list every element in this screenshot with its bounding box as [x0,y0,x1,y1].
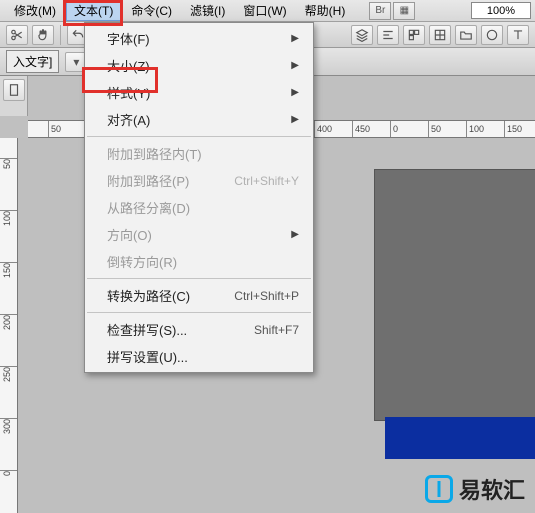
menu-item-label: 从路径分离(D) [107,198,190,217]
menu-modify[interactable]: 修改(M) [6,0,64,21]
layers-icon[interactable] [351,25,373,45]
document-artboard[interactable] [375,170,535,420]
ruler-tick-label: 400 [317,124,332,134]
menu-item-o: 方向(O) ▶ [85,221,313,248]
ruler-tick: 400 [314,121,315,137]
ruler-tick: 100 [0,210,17,226]
ruler-tick: 450 [352,121,353,137]
ruler-tick: 0 [0,470,17,476]
menu-bar: 修改(M) 文本(T) 命令(C) 滤镜(I) 窗口(W) 帮助(H) Br ▦… [0,0,535,22]
ruler-tick-label: 0 [393,124,398,134]
ruler-tick: 50 [0,158,17,169]
menu-separator [87,278,311,279]
page-icon[interactable] [3,79,25,101]
ruler-tick-label: 100 [469,124,484,134]
ruler-tick: 50 [48,121,49,137]
watermark-text: 易软汇 [459,473,525,505]
menu-item-label: 附加到路径内(T) [107,144,202,163]
menu-filter[interactable]: 滤镜(I) [182,0,233,21]
menu-help[interactable]: 帮助(H) [297,0,354,21]
ruler-tick-label: 300 [2,419,12,434]
menu-item-z[interactable]: 大小(Z) ▶ [85,52,313,79]
zoom-field[interactable]: 100% [471,2,531,19]
menu-item-label: 倒转方向(R) [107,252,177,271]
ruler-tick: 0 [390,121,391,137]
text-icon[interactable] [507,25,529,45]
menu-item-p: 附加到路径(P) Ctrl+Shift+Y [85,167,313,194]
menu-item-c[interactable]: 转换为路径(C) Ctrl+Shift+P [85,282,313,309]
watermark: 易软汇 [425,473,525,505]
vertical-ruler: 50 100 150 200 250 300 0 [0,138,18,513]
hand-icon[interactable] [32,25,54,45]
ruler-tick-label: 450 [355,124,370,134]
submenu-arrow-icon: ▶ [291,114,299,125]
menu-item-shortcut: Ctrl+Shift+P [234,289,299,303]
menu-separator [87,136,311,137]
submenu-arrow-icon: ▶ [291,33,299,44]
ruler-tick-label: 200 [2,315,12,330]
ruler-tick-label: 250 [2,367,12,382]
menu-item-t: 附加到路径内(T) [85,140,313,167]
ruler-tick-label: 150 [507,124,522,134]
ruler-tick: 150 [504,121,505,137]
watermark-logo-icon [425,475,453,503]
menu-item-label: 拼写设置(U)... [107,347,188,366]
arrange-icon[interactable] [403,25,425,45]
menu-item-label: 大小(Z) [107,56,150,75]
ruler-tick-label: 50 [431,124,441,134]
ruler-tick: 200 [0,314,17,330]
menu-separator [87,312,311,313]
tool-label: 入文字] [6,50,59,73]
menu-item-label: 附加到路径(P) [107,171,189,190]
ruler-tick-label: 50 [51,124,61,134]
menu-item-shortcut: Ctrl+Shift+Y [234,174,299,188]
menu-command[interactable]: 命令(C) [123,0,180,21]
ruler-tick-label: 0 [2,471,12,476]
menu-item-shortcut: Shift+F7 [254,323,299,337]
menu-item-label: 转换为路径(C) [107,286,190,305]
menu-item-r: 倒转方向(R) [85,248,313,275]
deco-icon[interactable] [481,25,503,45]
bridge-button[interactable]: Br [369,2,391,20]
selected-shape[interactable] [385,417,535,459]
menu-item-label: 样式(Y) [107,83,150,102]
swatch-icon[interactable] [429,25,451,45]
align-icon[interactable] [377,25,399,45]
menu-item-f[interactable]: 字体(F) ▶ [85,25,313,52]
ruler-tick: 300 [0,418,17,434]
menu-item-u[interactable]: 拼写设置(U)... [85,343,313,370]
menu-item-label: 检查拼写(S)... [107,320,187,339]
submenu-arrow-icon: ▶ [291,229,299,240]
submenu-arrow-icon: ▶ [291,60,299,71]
menu-item-d: 从路径分离(D) [85,194,313,221]
ruler-tick: 50 [428,121,429,137]
ruler-tick: 150 [0,262,17,278]
folder-icon[interactable] [455,25,477,45]
ruler-tick-label: 50 [2,159,12,169]
menu-item-a[interactable]: 对齐(A) ▶ [85,106,313,133]
ruler-tick-label: 100 [2,211,12,226]
menu-window[interactable]: 窗口(W) [235,0,294,21]
left-tool-strip [0,76,28,116]
ruler-tick: 250 [0,366,17,382]
menu-text[interactable]: 文本(T) [66,0,121,21]
ruler-tick: 100 [466,121,467,137]
scissors-icon[interactable] [6,25,28,45]
ruler-tick-label: 150 [2,263,12,278]
menu-item-y[interactable]: 样式(Y) ▶ [85,79,313,106]
menu-item-label: 对齐(A) [107,110,150,129]
menu-item-s[interactable]: 检查拼写(S)... Shift+F7 [85,316,313,343]
menu-item-label: 方向(O) [107,225,152,244]
menu-item-label: 字体(F) [107,29,150,48]
grid-button[interactable]: ▦ [393,2,415,20]
submenu-arrow-icon: ▶ [291,87,299,98]
text-menu-dropdown: 字体(F) ▶ 大小(Z) ▶ 样式(Y) ▶ 对齐(A) ▶ 附加到路径内(T) 附加到路径(P… [84,22,314,373]
